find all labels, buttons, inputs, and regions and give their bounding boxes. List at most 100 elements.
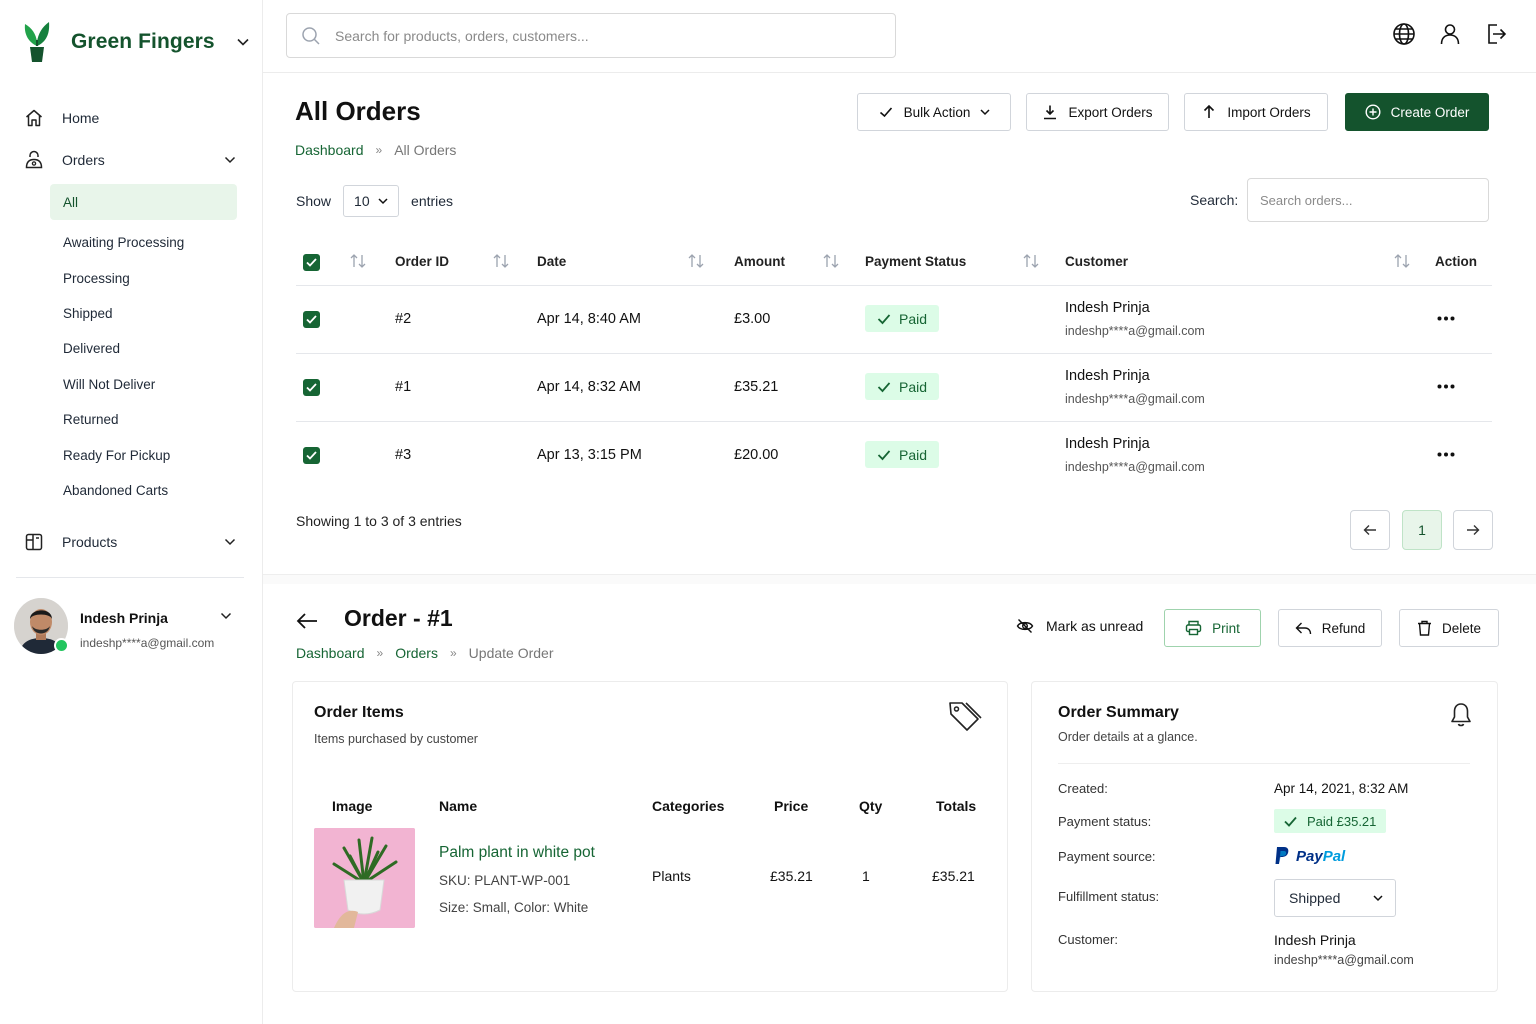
column-header-order-id[interactable]: Order ID: [395, 254, 449, 269]
next-page-button[interactable]: [1453, 510, 1493, 550]
status-badge: Paid: [865, 305, 940, 332]
refund-button[interactable]: Refund: [1278, 609, 1382, 647]
breadcrumb: Dashboard » All Orders: [295, 142, 456, 158]
sidebar: Green Fingers Home Orders All Awaiting P…: [0, 0, 263, 1024]
sort-icon[interactable]: [822, 253, 840, 269]
user-profile[interactable]: Indesh Prinja indeshp****a@gmail.com: [14, 598, 246, 658]
sidebar-subitem-all[interactable]: All: [50, 184, 237, 220]
sort-icon[interactable]: [349, 253, 367, 269]
table-row[interactable]: #2 Apr 14, 8:40 AM £3.00 Paid Indesh Pri…: [296, 286, 1492, 354]
sort-icon[interactable]: [492, 253, 510, 269]
product-image[interactable]: [314, 828, 415, 928]
card-subtitle: Order details at a glance.: [1058, 730, 1198, 744]
sort-icon[interactable]: [1393, 253, 1411, 269]
more-options-icon[interactable]: [1437, 452, 1455, 457]
breadcrumb-current: Update Order: [468, 645, 554, 661]
export-orders-button[interactable]: Export Orders: [1026, 93, 1169, 131]
breadcrumb: Dashboard » Orders » Update Order: [296, 645, 554, 661]
check-icon: [878, 104, 894, 120]
column-header-amount[interactable]: Amount: [734, 254, 785, 269]
reply-icon: [1295, 621, 1312, 636]
sidebar-subitem-will-not-deliver[interactable]: Will Not Deliver: [50, 366, 237, 402]
print-button[interactable]: Print: [1164, 609, 1261, 647]
global-search[interactable]: [286, 13, 896, 58]
prev-page-button[interactable]: [1350, 510, 1390, 550]
sidebar-divider: [16, 577, 244, 578]
breadcrumb-dashboard[interactable]: Dashboard: [296, 645, 365, 661]
delete-label: Delete: [1441, 620, 1482, 636]
card-title: Order Items: [314, 704, 404, 721]
sidebar-subitem-ready-for-pickup[interactable]: Ready For Pickup: [50, 437, 237, 473]
table-search-input[interactable]: [1260, 192, 1470, 208]
chevron-down-icon: [1373, 894, 1383, 902]
row-checkbox[interactable]: [303, 311, 320, 328]
sidebar-subitem-processing[interactable]: Processing: [50, 260, 237, 296]
sort-icon[interactable]: [1022, 253, 1040, 269]
sidebar-subitem-delivered[interactable]: Delivered: [50, 330, 237, 366]
row-checkbox[interactable]: [303, 447, 320, 464]
select-all-checkbox[interactable]: [303, 254, 320, 271]
sidebar-subitem-awaiting-processing[interactable]: Awaiting Processing: [50, 224, 237, 260]
table-row[interactable]: #1 Apr 14, 8:32 AM £35.21 Paid Indesh Pr…: [296, 354, 1492, 422]
create-order-button[interactable]: Create Order: [1345, 93, 1489, 131]
chevron-down-icon[interactable]: [220, 612, 232, 620]
page-number-button[interactable]: 1: [1402, 510, 1442, 550]
paypal-icon: [1274, 846, 1290, 866]
customer-name: Indesh Prinja: [1065, 436, 1150, 452]
column-header-payment-status[interactable]: Payment Status: [865, 254, 966, 269]
bell-icon[interactable]: [1450, 702, 1472, 728]
order-id[interactable]: #1: [395, 379, 411, 395]
row-checkbox[interactable]: [303, 379, 320, 396]
printer-icon: [1185, 620, 1202, 636]
product-name-link[interactable]: Palm plant in white pot: [439, 844, 595, 862]
sidebar-item-label: Home: [62, 110, 100, 126]
order-id[interactable]: #3: [395, 447, 411, 463]
plus-circle-icon: [1365, 104, 1381, 120]
import-orders-button[interactable]: Import Orders: [1184, 93, 1328, 131]
delete-button[interactable]: Delete: [1399, 609, 1499, 647]
refund-label: Refund: [1321, 620, 1366, 636]
user-icon[interactable]: [1438, 22, 1462, 46]
order-summary-card: Order Summary Order details at a glance.…: [1031, 681, 1498, 992]
fulfillment-status-select[interactable]: Shipped: [1274, 879, 1396, 917]
pagination-summary: Showing 1 to 3 of 3 entries: [296, 513, 462, 529]
sidebar-item-home[interactable]: Home: [24, 103, 236, 133]
payment-status-badge: Paid £35.21: [1274, 809, 1387, 833]
sidebar-item-label: Orders: [62, 152, 105, 168]
logout-icon[interactable]: [1484, 22, 1508, 46]
paypal-logo: PayPal: [1274, 846, 1345, 866]
breadcrumb-dashboard[interactable]: Dashboard: [295, 142, 364, 158]
brand[interactable]: Green Fingers: [22, 20, 249, 64]
check-icon: [877, 313, 891, 325]
table-row[interactable]: #3 Apr 13, 3:15 PM £20.00 Paid Indesh Pr…: [296, 422, 1492, 490]
product-price: £35.21: [770, 868, 813, 884]
column-header-date[interactable]: Date: [537, 254, 566, 269]
order-id[interactable]: #2: [395, 311, 411, 327]
sidebar-item-orders[interactable]: Orders: [24, 145, 236, 175]
sidebar-subitem-shipped[interactable]: Shipped: [50, 295, 237, 331]
card-title: Order Summary: [1058, 704, 1179, 721]
sidebar-item-products[interactable]: Products: [24, 527, 236, 557]
more-options-icon[interactable]: [1437, 384, 1455, 389]
sidebar-subitem-abandoned-carts[interactable]: Abandoned Carts: [50, 472, 237, 508]
trash-icon: [1417, 620, 1432, 636]
product-total: £35.21: [932, 868, 975, 884]
more-options-icon[interactable]: [1437, 316, 1455, 321]
bulk-action-button[interactable]: Bulk Action: [857, 93, 1011, 131]
breadcrumb-orders[interactable]: Orders: [395, 645, 438, 661]
column-header-customer[interactable]: Customer: [1065, 254, 1128, 269]
entries-select[interactable]: 10: [343, 185, 400, 217]
chevron-down-icon: [224, 156, 236, 164]
mark-as-unread-button[interactable]: Mark as unread: [1016, 618, 1143, 634]
product-sku: SKU: PLANT-WP-001: [439, 873, 571, 888]
entries-value: 10: [354, 193, 370, 209]
global-search-input[interactable]: [335, 27, 855, 44]
sort-icon[interactable]: [687, 253, 705, 269]
table-search[interactable]: [1247, 178, 1489, 222]
customer-label: Customer:: [1058, 932, 1118, 947]
sidebar-subitem-returned[interactable]: Returned: [50, 401, 237, 437]
chevron-down-icon[interactable]: [237, 38, 249, 46]
globe-icon[interactable]: [1392, 22, 1416, 46]
column-header-price: Price: [774, 798, 809, 814]
back-arrow-icon[interactable]: [296, 612, 318, 630]
